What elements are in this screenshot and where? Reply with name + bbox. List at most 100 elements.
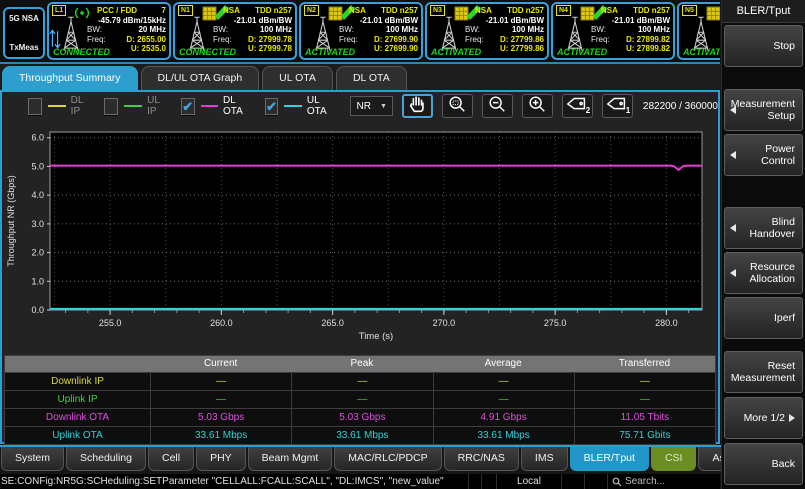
cell-title: PCC / FDD7 bbox=[87, 6, 166, 16]
cell-title: NSATDD n257 bbox=[213, 6, 292, 16]
cell-status: ACTIVATED bbox=[431, 47, 481, 57]
softkey-label: Measurement Setup bbox=[731, 98, 795, 122]
technology-select[interactable]: NR ▼ bbox=[350, 96, 392, 116]
config-tab-rrc-nas[interactable]: RRC/NAS bbox=[444, 447, 519, 471]
sidebar-title: BLER/Tput bbox=[722, 0, 805, 23]
cell-title-left: NSA bbox=[213, 6, 240, 16]
cell-bw-label: BW: bbox=[339, 25, 354, 35]
softkey-iperf[interactable]: Iperf bbox=[724, 297, 803, 339]
cell-freq-dl: Freq:D: 27999.78 bbox=[213, 35, 292, 45]
svg-text:265.0: 265.0 bbox=[321, 318, 344, 328]
cell-status: CONNECTED bbox=[53, 47, 110, 57]
zoom-original-button[interactable] bbox=[442, 94, 473, 118]
softkey-power-control[interactable]: Power Control bbox=[724, 134, 803, 176]
config-tab-scheduling[interactable]: Scheduling bbox=[66, 447, 146, 471]
svg-text:0.0: 0.0 bbox=[31, 305, 44, 315]
softkey-label: Reset Measurement bbox=[731, 360, 795, 384]
table-header-cell: Transferred bbox=[574, 356, 715, 372]
cell-freq-label: Freq: bbox=[213, 35, 232, 45]
cell-bw-value: 100 MHz bbox=[512, 25, 544, 35]
cell-power-value: -21.01 dBm/BW bbox=[486, 16, 544, 26]
cell-freq-label: Freq: bbox=[465, 35, 484, 45]
cell-bw: BW:100 MHz bbox=[591, 25, 670, 35]
tab-dl-ul-ota-graph[interactable]: DL/UL OTA Graph bbox=[141, 66, 260, 90]
marker-1-button[interactable]: 1 bbox=[602, 94, 633, 118]
arrow-left-icon bbox=[730, 224, 736, 232]
config-tab-mac-rlc-pdcp[interactable]: MAC/RLC/PDCP bbox=[334, 447, 441, 471]
config-tab-phy[interactable]: PHY bbox=[196, 447, 246, 471]
cell-panels: L1PCC / FDD7-45.79 dBm/15kHzBW:20 MHzFre… bbox=[45, 0, 720, 60]
softkey-stop[interactable]: Stop bbox=[724, 25, 803, 67]
config-tab-system[interactable]: System bbox=[1, 447, 64, 471]
legend-item-dl-ota: ✔DL OTA bbox=[181, 95, 251, 117]
cell-power: -45.79 dBm/15kHz bbox=[87, 16, 166, 26]
row-value: 75.71 Gbits bbox=[574, 427, 715, 444]
row-label: Downlink IP bbox=[5, 373, 150, 390]
legend-label: UL OTA bbox=[307, 95, 335, 117]
zoom-out-button[interactable] bbox=[482, 94, 513, 118]
config-tab-beam-mgmt[interactable]: Beam Mgmt bbox=[248, 447, 333, 471]
application-window: 5G NSA TxMeas L1PCC / FDD7-45.79 dBm/15k… bbox=[0, 0, 805, 489]
softkey-more-1-2[interactable]: More 1/2 bbox=[724, 397, 803, 439]
row-value: — bbox=[574, 391, 715, 408]
zoom-minus-icon bbox=[487, 94, 507, 119]
tab-ul-ota[interactable]: UL OTA bbox=[262, 66, 333, 90]
svg-text:260.0: 260.0 bbox=[210, 318, 233, 328]
beam-icon-wrap bbox=[706, 5, 720, 28]
svg-text:255.0: 255.0 bbox=[99, 318, 122, 328]
search-box[interactable]: Search... bbox=[607, 474, 720, 489]
table-row-uplink-ip: Uplink IP———— bbox=[5, 390, 715, 408]
tab-throughput-summary[interactable]: Throughput Summary bbox=[2, 66, 138, 90]
marker-2-button[interactable]: 2 bbox=[562, 94, 593, 118]
cell-title-right: TDD n257 bbox=[507, 6, 544, 16]
throughput-table: CurrentPeakAverageTransferred Downlink I… bbox=[4, 355, 716, 445]
softkey-label: Stop bbox=[773, 40, 795, 52]
cell-panel-n4: N4NSATDD n257-21.01 dBm/BWBW:100 MHzFreq… bbox=[551, 2, 675, 60]
legend-checkbox[interactable] bbox=[104, 98, 118, 115]
legend-checkbox[interactable] bbox=[28, 98, 42, 115]
scpi-command-text: SE:CONFig:NR5G:SCHeduling:SETParameter "… bbox=[0, 476, 468, 487]
table-row-downlink-ip: Downlink IP———— bbox=[5, 372, 715, 390]
status-separator bbox=[481, 474, 496, 489]
row-value: 11.05 Tbits bbox=[574, 409, 715, 426]
row-value: — bbox=[150, 391, 291, 408]
softkey-blind-handover[interactable]: Blind Handover bbox=[724, 207, 803, 249]
config-tab-csi[interactable]: CSI bbox=[651, 447, 697, 471]
softkey-label: Back bbox=[772, 458, 795, 470]
config-tab-bler-tput[interactable]: BLER/Tput bbox=[570, 447, 649, 471]
row-value: 5.03 Gbps bbox=[291, 409, 432, 426]
arrow-left-icon bbox=[730, 106, 736, 114]
config-tab-cell[interactable]: Cell bbox=[148, 447, 194, 471]
pan-tool-button[interactable] bbox=[402, 94, 433, 118]
mode-box: 5G NSA TxMeas bbox=[3, 7, 45, 59]
config-tab-bar: SystemSchedulingCellPHYBeam MgmtMAC/RLC/… bbox=[0, 445, 721, 474]
cell-bw-value: 20 MHz bbox=[138, 25, 166, 35]
legend-line-swatch bbox=[201, 105, 218, 107]
softkey-measurement-setup[interactable]: Measurement Setup bbox=[724, 89, 803, 131]
legend-checkbox[interactable]: ✔ bbox=[181, 98, 195, 115]
zoom-in-button[interactable] bbox=[522, 94, 553, 118]
config-tab-ims[interactable]: IMS bbox=[521, 447, 568, 471]
svg-text:Throughput NR (Gbps): Throughput NR (Gbps) bbox=[6, 175, 16, 267]
local-remote-indicator[interactable]: Local bbox=[496, 474, 561, 489]
table-header-cell: Average bbox=[433, 356, 574, 372]
arrow-left-icon bbox=[730, 269, 736, 277]
tab-dl-ota[interactable]: DL OTA bbox=[336, 66, 407, 90]
legend-line-swatch bbox=[284, 105, 301, 107]
softkey-resource-allocation[interactable]: Resource Allocation bbox=[724, 252, 803, 294]
legend-checkbox[interactable]: ✔ bbox=[265, 98, 279, 115]
cell-power-value: -21.01 dBm/BW bbox=[234, 16, 292, 26]
cell-power: -21.01 dBm/BW bbox=[339, 16, 418, 26]
legend-label: DL IP bbox=[71, 95, 91, 117]
cell-dl-freq: D: 27799.86 bbox=[500, 35, 544, 45]
cell-bw-value: 100 MHz bbox=[386, 25, 418, 35]
cell-status: ACTIVATED bbox=[557, 47, 607, 57]
cell-freq-dl: Freq:D: 2655.00 bbox=[87, 35, 166, 45]
cell-bw: BW:20 MHz bbox=[87, 25, 166, 35]
softkey-back[interactable]: Back bbox=[724, 443, 803, 485]
legend-line-swatch bbox=[48, 105, 66, 107]
technology-select-value: NR bbox=[356, 101, 370, 112]
cell-freq-dl: Freq: D: 27799.86 bbox=[465, 35, 544, 45]
cell-power-value: -21.01 dBm/BW bbox=[612, 16, 670, 26]
softkey-reset-measurement[interactable]: Reset Measurement bbox=[724, 351, 803, 393]
